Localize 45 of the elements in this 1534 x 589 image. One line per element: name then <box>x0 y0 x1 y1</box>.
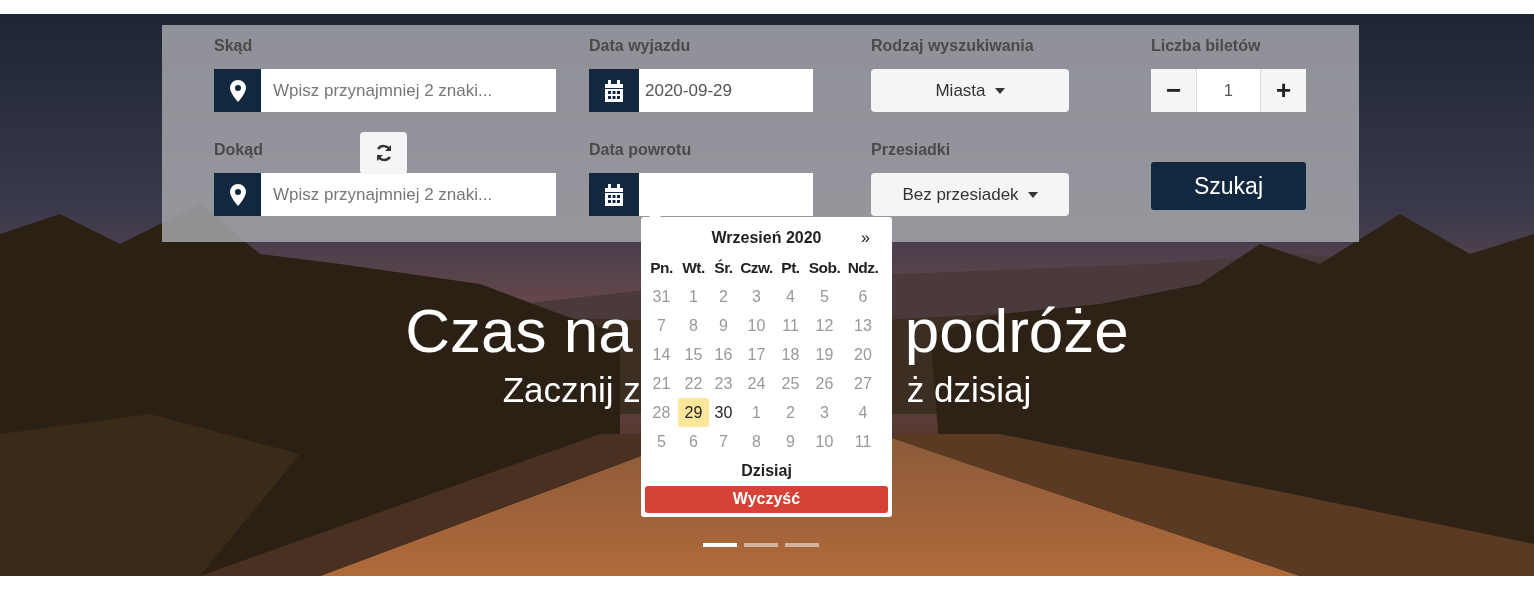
weekday-label: Wt. <box>681 257 706 278</box>
today-button[interactable]: Dzisiaj <box>741 459 792 482</box>
date-field[interactable] <box>639 173 813 216</box>
clear-button[interactable]: Wyczyść <box>645 485 888 513</box>
calendar-day[interactable]: 29 <box>678 397 709 427</box>
input-field[interactable]: Wpisz przynajmniej 2 znaki... <box>261 173 556 216</box>
dropdown-button[interactable]: Bez przesiadek <box>871 173 1069 216</box>
calendar-day[interactable]: 30 <box>709 397 738 427</box>
caret-icon <box>994 87 1005 94</box>
location-pin-icon <box>229 79 246 102</box>
carousel-indicator[interactable] <box>703 543 737 547</box>
weekday-label: Pt. <box>780 257 801 278</box>
hero-subtitle: Zacznij z <box>502 369 641 411</box>
search-button[interactable]: Szukaj <box>1151 162 1306 210</box>
weekday-label: Sob. <box>807 257 842 278</box>
hero-subtitle: ż dzisiaj <box>906 369 1032 411</box>
weekday-label: Pn. <box>649 257 674 278</box>
field-label: Data powrotu <box>589 141 692 160</box>
calendar-icon <box>604 79 624 102</box>
weekday-label: Śr. <box>713 257 734 278</box>
weekday-label: Czw. <box>739 257 774 278</box>
field-label: Data wyjazdu <box>589 37 691 56</box>
field-label: Dokąd <box>214 141 263 160</box>
input-field[interactable]: Wpisz przynajmniej 2 znaki... <box>261 69 556 112</box>
quantity-field[interactable]: 1 <box>1196 69 1261 112</box>
refresh-icon <box>374 144 393 162</box>
caret-icon <box>1027 191 1038 198</box>
carousel-indicator[interactable] <box>744 543 778 547</box>
calendar-icon <box>604 183 624 206</box>
field-label: Liczba biletów <box>1151 37 1261 56</box>
carousel-indicator[interactable] <box>785 543 819 547</box>
field-label: Przesiadki <box>871 141 951 160</box>
decrement-button[interactable]: − <box>1151 69 1196 112</box>
weekday-label: Ndz. <box>846 257 880 278</box>
swap-button[interactable] <box>360 132 407 174</box>
dropdown-button[interactable]: Miasta <box>871 69 1069 112</box>
field-label: Rodzaj wyszukiwania <box>871 37 1034 56</box>
date-field[interactable]: 2020-09-29 <box>639 69 813 112</box>
hero-headline: Czas na <box>405 295 633 367</box>
increment-button[interactable]: + <box>1261 69 1306 112</box>
next-month-button[interactable]: » <box>861 228 870 247</box>
month-title[interactable]: Wrzesień 2020 <box>711 228 822 247</box>
location-pin-icon <box>229 183 246 206</box>
hero-headline: podróże <box>904 295 1129 367</box>
field-label: Skąd <box>214 37 253 56</box>
